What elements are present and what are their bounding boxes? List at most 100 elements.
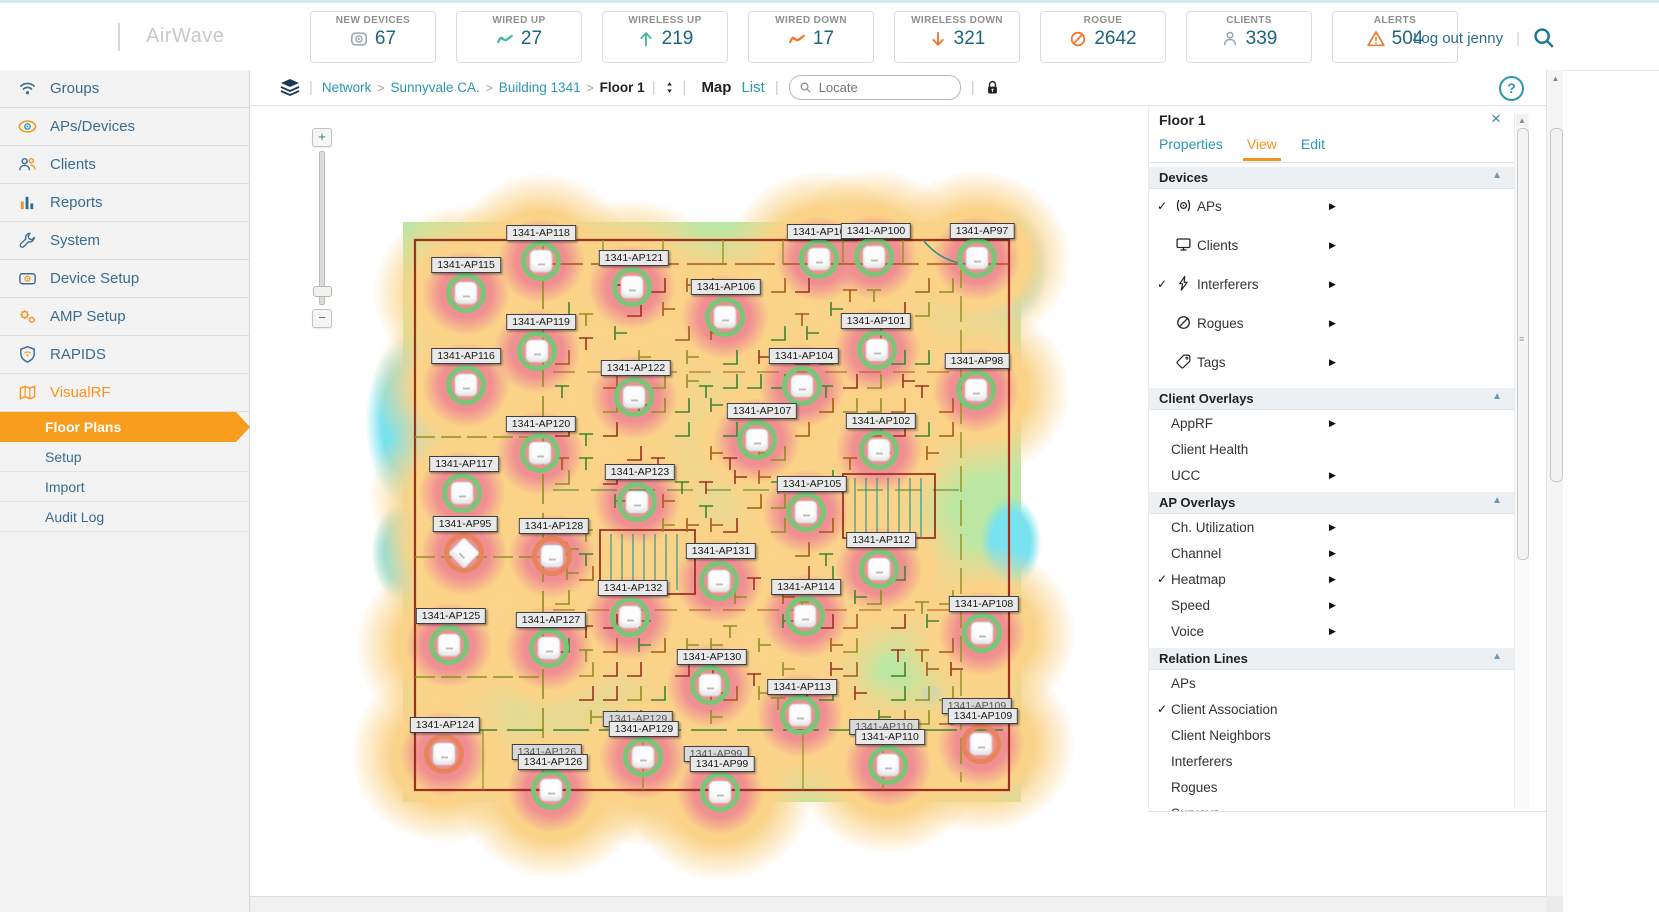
ap-marker-1341-ap98[interactable] [956, 370, 996, 410]
ap-marker-1341-ap130[interactable] [690, 665, 730, 705]
ap-marker-1341-ap121[interactable] [612, 267, 652, 307]
sidebar-item-amp-setup[interactable]: AMP Setup [0, 298, 249, 336]
tab-properties[interactable]: Properties [1159, 136, 1223, 160]
expand-arrow-icon[interactable]: ▶ [1329, 600, 1336, 611]
ap-label-1341-ap110[interactable]: 1341-AP110 [855, 729, 925, 745]
expand-arrow-icon[interactable]: ▶ [1329, 318, 1336, 329]
ap-label-1341-ap108[interactable]: 1341-AP108 [948, 596, 1020, 612]
ap-label-1341-ap117[interactable]: 1341-AP117 [429, 456, 499, 472]
collapse-chevron-icon[interactable]: ▲ [1492, 651, 1502, 662]
ap-label-1341-ap97[interactable]: 1341-AP97 [949, 223, 1015, 239]
help-icon[interactable]: ? [1499, 76, 1524, 101]
ap-label-1341-ap130[interactable]: 1341-AP130 [676, 649, 748, 665]
ap-marker-1341-ap107[interactable] [737, 420, 777, 460]
sidebar-item-device-setup[interactable]: Device Setup [0, 260, 249, 298]
ap-marker-1341-ap120[interactable] [520, 433, 560, 473]
tab-view[interactable]: View [1242, 136, 1282, 161]
ap-label-1341-ap123[interactable]: 1341-AP123 [604, 464, 676, 480]
page-vertical-scrollbar[interactable]: ▲ ▼ [1546, 70, 1563, 912]
ap-marker-1341-ap132[interactable] [610, 597, 650, 637]
expand-arrow-icon[interactable]: ▶ [1329, 357, 1336, 368]
ap-marker-1341-ap106[interactable] [705, 297, 745, 337]
collapse-chevron-icon[interactable]: ▲ [1492, 170, 1502, 181]
ap-marker-1341-ap127[interactable] [529, 628, 569, 668]
sidebar-subitem-setup[interactable]: Setup [0, 442, 249, 472]
ap-label-1341-ap101[interactable]: 1341-AP101 [840, 313, 912, 329]
expand-arrow-icon[interactable]: ▶ [1329, 470, 1336, 481]
ap-marker-1341-ap103[interactable] [799, 239, 839, 279]
panel-row-surveys[interactable]: Surveys [1149, 800, 1514, 811]
ap-label-1341-ap113[interactable]: 1341-AP113 [767, 679, 837, 695]
panel-row-apprf[interactable]: AppRF ▶ [1149, 410, 1514, 436]
close-icon[interactable]: × [1491, 109, 1501, 129]
ap-marker-1341-ap99[interactable] [700, 772, 740, 812]
lock-icon[interactable] [984, 79, 1001, 96]
panel-row-client-health[interactable]: Client Health [1149, 436, 1514, 462]
sidebar-item-reports[interactable]: Reports [0, 184, 249, 222]
ap-label-1341-ap106[interactable]: 1341-AP106 [690, 279, 762, 295]
ap-label-1341-ap115[interactable]: 1341-AP115 [431, 257, 501, 273]
layers-icon[interactable] [280, 78, 300, 98]
ap-marker-1341-ap101[interactable] [857, 330, 897, 370]
ap-marker-1341-ap119[interactable] [517, 331, 557, 371]
ap-marker-1341-ap105[interactable] [786, 492, 826, 532]
ap-label-1341-ap98[interactable]: 1341-AP98 [944, 353, 1010, 369]
expand-arrow-icon[interactable]: ▶ [1329, 240, 1336, 251]
stat-box-wired-down[interactable]: WIRED DOWN 17 [748, 11, 874, 63]
ap-label-1341-ap100[interactable]: 1341-AP100 [840, 223, 912, 239]
ap-label-1341-ap127[interactable]: 1341-AP127 [515, 612, 587, 628]
ap-marker-1341-ap97[interactable] [957, 238, 997, 278]
zoom-slider-track[interactable] [319, 151, 325, 305]
ap-label-1341-ap128[interactable]: 1341-AP128 [518, 518, 590, 534]
panel-row-tags[interactable]: Tags ▶ [1149, 345, 1514, 384]
collapse-chevron-icon[interactable]: ▲ [1492, 391, 1502, 402]
ap-label-1341-ap95[interactable]: 1341-AP95 [432, 516, 498, 532]
ap-label-1341-ap112[interactable]: 1341-AP112 [846, 532, 916, 548]
ap-label-1341-ap99[interactable]: 1341-AP99 [689, 756, 755, 772]
panel-row-voice[interactable]: Voice ▶ [1149, 618, 1514, 644]
expand-arrow-icon[interactable]: ▶ [1329, 522, 1336, 533]
locate-search-box[interactable] [788, 75, 961, 100]
section-header-devices[interactable]: Devices ▲ [1149, 167, 1514, 189]
ap-label-1341-ap122[interactable]: 1341-AP122 [600, 360, 672, 376]
logout-link[interactable]: Log out jenny [1413, 30, 1503, 47]
panel-row-channel[interactable]: Channel ▶ [1149, 540, 1514, 566]
stat-box-new-devices[interactable]: NEW DEVICES 67 [310, 11, 436, 63]
panel-row-rogues[interactable]: Rogues ▶ [1149, 306, 1514, 345]
ap-label-1341-ap124[interactable]: 1341-AP124 [409, 717, 481, 733]
panel-row-speed[interactable]: Speed ▶ [1149, 592, 1514, 618]
locate-input[interactable] [816, 79, 931, 96]
panel-scroll-up-icon[interactable]: ▲ [1516, 114, 1528, 127]
ap-marker-1341-ap114[interactable] [785, 596, 825, 636]
ap-marker-1341-ap112[interactable] [859, 549, 899, 589]
ap-label-1341-ap125[interactable]: 1341-AP125 [415, 608, 487, 624]
sidebar-item-system[interactable]: System [0, 222, 249, 260]
panel-scrollbar[interactable]: ▲ [1514, 113, 1529, 808]
panel-row-aps[interactable]: ✓ APs ▶ [1149, 189, 1514, 228]
panel-row-client-neighbors[interactable]: Client Neighbors [1149, 722, 1514, 748]
ap-marker-1341-ap115[interactable] [446, 273, 486, 313]
ap-label-1341-ap129[interactable]: 1341-AP129 [608, 721, 680, 737]
floorplan-map[interactable]: 1341-AP118 1341-AP103 1341-AP100 1341-AP97 1… [351, 169, 1075, 880]
section-header-ap-overlays[interactable]: AP Overlays ▲ [1149, 492, 1514, 514]
ap-marker-1341-ap129[interactable] [623, 737, 663, 777]
ap-label-1341-ap120[interactable]: 1341-AP120 [505, 416, 577, 432]
ap-label-1341-ap116[interactable]: 1341-AP116 [431, 348, 501, 364]
panel-row-interferers[interactable]: ✓ Interferers ▶ [1149, 267, 1514, 306]
ap-marker-1341-ap128[interactable] [532, 536, 572, 576]
stat-box-rogue[interactable]: ROGUE 2642 [1040, 11, 1166, 63]
ap-label-1341-ap121[interactable]: 1341-AP121 [598, 250, 670, 266]
panel-row-aps[interactable]: APs [1149, 670, 1514, 696]
sidebar-subitem-import[interactable]: Import [0, 472, 249, 502]
breadcrumb-sunnyvale-ca-[interactable]: Sunnyvale CA. [390, 80, 479, 95]
ap-label-1341-ap132[interactable]: 1341-AP132 [597, 580, 669, 596]
stat-box-wired-up[interactable]: WIRED UP 27 [456, 11, 582, 63]
collapse-chevron-icon[interactable]: ▲ [1492, 495, 1502, 506]
sidebar-item-aps-devices[interactable]: APs/Devices [0, 108, 249, 146]
ap-label-1341-ap105[interactable]: 1341-AP105 [776, 476, 848, 492]
sidebar-subitem-floor-plans[interactable]: Floor Plans [0, 412, 250, 442]
sidebar-item-clients[interactable]: Clients [0, 146, 249, 184]
ap-label-1341-ap109[interactable]: 1341-AP109 [947, 708, 1019, 724]
section-header-client-overlays[interactable]: Client Overlays ▲ [1149, 388, 1514, 410]
ap-label-1341-ap114[interactable]: 1341-AP114 [771, 579, 841, 595]
